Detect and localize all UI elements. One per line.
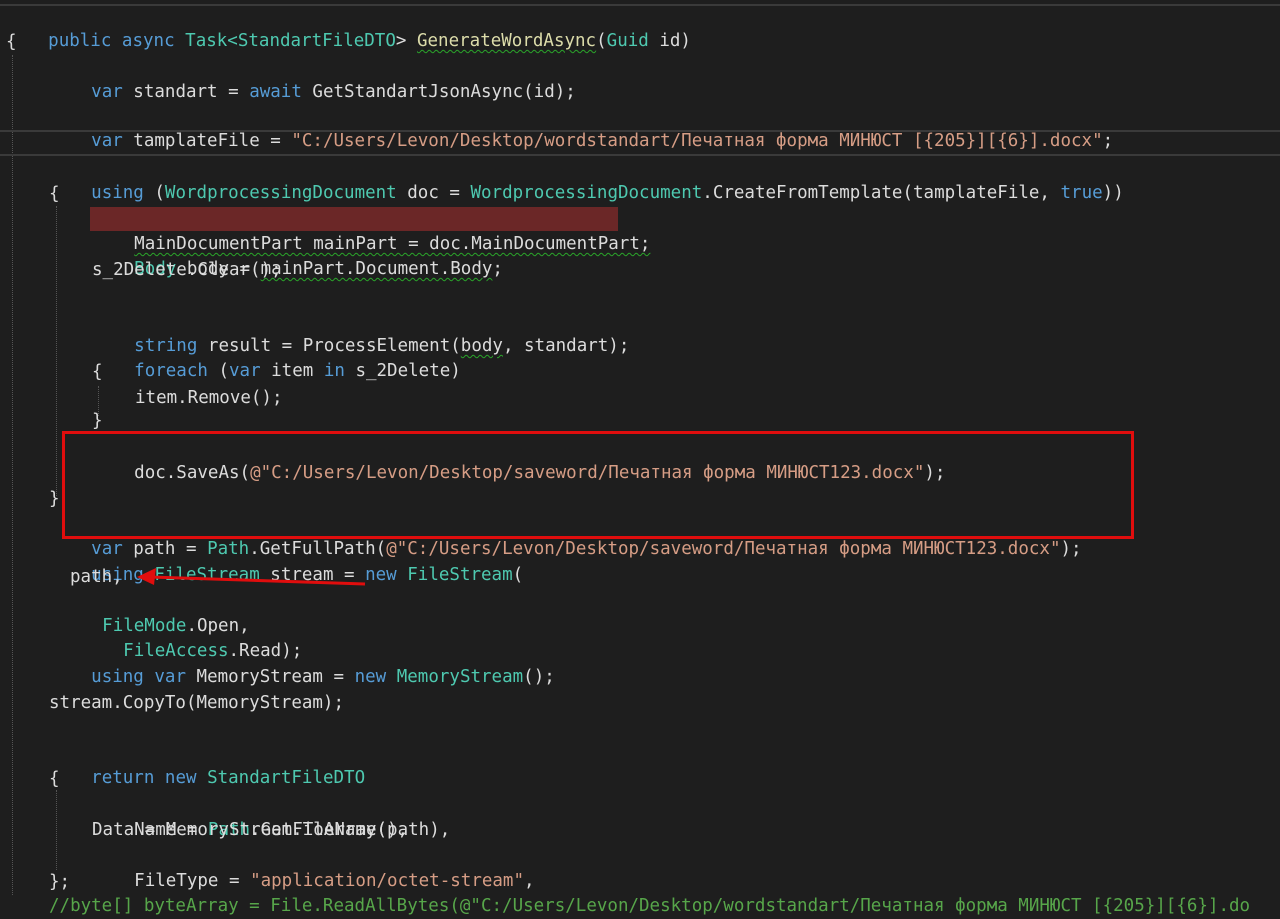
annotation-arrow [137, 568, 366, 586]
code-editor[interactable]: public async Task<StandartFileDTO> Gener… [0, 0, 1280, 916]
